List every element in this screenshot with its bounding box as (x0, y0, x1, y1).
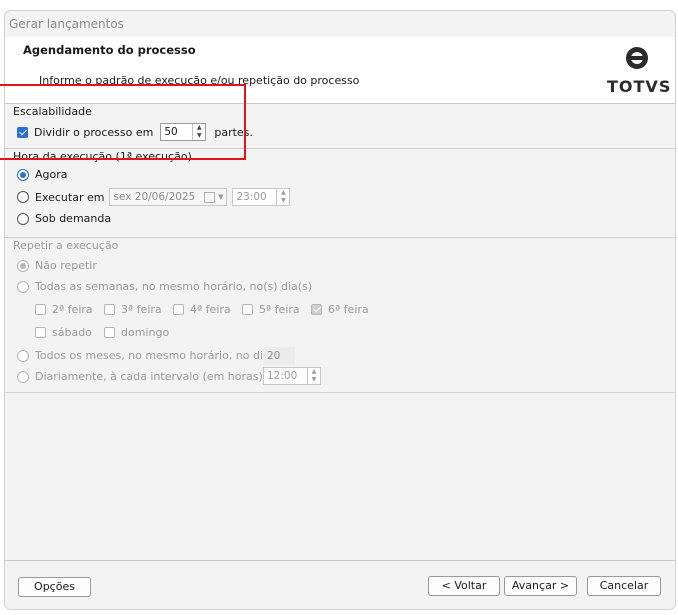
monthly-day-input[interactable]: 20 (263, 347, 295, 365)
stepper-arrows[interactable]: ▲ ▼ (276, 189, 289, 205)
daily-interval-value[interactable]: 12:00 (264, 368, 307, 384)
back-button[interactable]: < Voltar (428, 576, 500, 596)
run-at-option[interactable]: Executar em sex 20/06/2025 ▼ 23:00 ▲ ▼ (17, 188, 291, 206)
stepper-arrows[interactable]: ▲ ▼ (307, 368, 320, 384)
weekday-label: sábado (52, 326, 92, 339)
monthly-label: Todos os meses, no mesmo horário, no dia (35, 349, 270, 362)
stepper-down-icon[interactable]: ▼ (308, 376, 320, 384)
totvs-logo-icon (626, 47, 648, 69)
stepper-up-icon[interactable]: ▲ (277, 189, 289, 197)
wizard-header: Agendamento do processo Informe o padrão… (5, 37, 675, 104)
run-at-label: Executar em (35, 190, 105, 204)
scheduling-dialog: Gerar lançamentos Agendamento do process… (4, 10, 676, 610)
section-divider (5, 237, 675, 238)
run-time-stepper[interactable]: 23:00 ▲ ▼ (232, 188, 291, 206)
weekday-option[interactable]: 5ª feira (242, 303, 300, 316)
section-divider (5, 392, 675, 393)
run-now-radio[interactable] (17, 168, 29, 181)
run-date-value: sex 20/06/2025 (113, 191, 196, 203)
run-now-option[interactable]: Agora (17, 168, 68, 181)
divide-parts-stepper[interactable]: 50 ▲ ▼ (160, 123, 207, 141)
stepper-up-icon[interactable]: ▲ (308, 368, 320, 376)
chevron-down-icon[interactable]: ▼ (218, 193, 223, 201)
execution-time-legend: Hora da execução (1ª execução) (13, 150, 192, 163)
weekday-checkbox[interactable] (35, 304, 46, 315)
stepper-down-icon[interactable]: ▼ (193, 132, 205, 140)
on-demand-option[interactable]: Sob demanda (17, 212, 111, 225)
weekday-checkbox[interactable] (104, 327, 115, 338)
parts-label: partes. (214, 125, 253, 139)
run-at-radio[interactable] (17, 191, 29, 203)
no-repeat-option[interactable]: Não repetir (17, 259, 97, 272)
on-demand-label: Sob demanda (35, 212, 112, 225)
divide-parts-value[interactable]: 50 (161, 124, 192, 140)
weekday-label: 4ª feira (190, 303, 231, 316)
next-button[interactable]: Avançar > (504, 576, 577, 596)
weekday-checkbox[interactable] (173, 304, 184, 315)
weekday-label: 3ª feira (121, 303, 162, 316)
weekday-label: domingo (121, 326, 170, 339)
daily-label: Diariamente, à cada intervalo (em horas)… (35, 370, 281, 383)
weekday-checkbox[interactable] (104, 304, 115, 315)
scalability-section: Escalabilidade Dividir o processo em 50 … (5, 103, 675, 148)
run-time-value[interactable]: 23:00 (233, 189, 276, 205)
repeat-legend: Repetir a execução (13, 239, 119, 252)
weekly-radio[interactable] (17, 280, 29, 293)
weekday-label: 5ª feira (259, 303, 300, 316)
on-demand-radio[interactable] (17, 212, 29, 225)
weekday-checkbox[interactable] (311, 304, 322, 315)
stepper-up-icon[interactable]: ▲ (193, 124, 205, 132)
cancel-button[interactable]: Cancelar (587, 576, 661, 596)
weekday-option[interactable]: domingo (104, 326, 169, 339)
divide-process-label: Dividir o processo em (34, 125, 154, 139)
run-now-label: Agora (35, 168, 68, 181)
weekday-option[interactable]: 3ª feira (104, 303, 162, 316)
daily-option[interactable]: Diariamente, à cada intervalo (em horas)… (17, 370, 280, 383)
no-repeat-label: Não repetir (35, 259, 97, 272)
weekday-label: 2ª feira (52, 303, 93, 316)
window-title: Gerar lançamentos (9, 17, 124, 31)
calendar-icon[interactable] (204, 191, 216, 203)
daily-radio[interactable] (17, 370, 29, 383)
run-date-picker[interactable]: sex 20/06/2025 ▼ (109, 188, 228, 206)
weekday-checkbox[interactable] (242, 304, 253, 315)
header-subtitle: Informe o padrão de execução e/ou repeti… (39, 74, 360, 87)
header-title: Agendamento do processo (23, 43, 196, 57)
divide-process-checkbox[interactable] (17, 126, 28, 138)
weekly-label: Todas as semanas, no mesmo horário, no(s… (35, 280, 313, 293)
monthly-radio[interactable] (17, 349, 29, 362)
weekday-option[interactable]: sábado (35, 326, 92, 339)
weekday-checkbox[interactable] (35, 327, 46, 338)
weekday-option[interactable]: 6ª feira (311, 303, 369, 316)
stepper-down-icon[interactable]: ▼ (277, 197, 289, 205)
stepper-arrows[interactable]: ▲ ▼ (192, 124, 205, 140)
options-button[interactable]: Opções (18, 577, 91, 597)
totvs-logo-text: TOTVS (607, 77, 672, 96)
section-divider (5, 148, 675, 149)
scalability-legend: Escalabilidade (13, 105, 92, 118)
execution-time-section: Hora da execução (1ª execução) Agora Exe… (5, 148, 675, 237)
no-repeat-radio[interactable] (17, 259, 29, 272)
repeat-section: Repetir a execução Não repetir Todas as … (5, 237, 675, 393)
weekday-label: 6ª feira (328, 303, 369, 316)
weekly-option[interactable]: Todas as semanas, no mesmo horário, no(s… (17, 280, 312, 293)
divide-process-row: Dividir o processo em 50 ▲ ▼ partes. (17, 123, 253, 141)
monthly-option[interactable]: Todos os meses, no mesmo horário, no dia (17, 349, 270, 362)
weekday-option[interactable]: 4ª feira (173, 303, 231, 316)
weekday-option[interactable]: 2ª feira (35, 303, 93, 316)
wizard-footer: Opções < Voltar Avançar > Cancelar (5, 560, 675, 609)
daily-interval-stepper[interactable]: 12:00 ▲ ▼ (263, 367, 321, 385)
totvs-logo: TOTVS (607, 45, 672, 97)
